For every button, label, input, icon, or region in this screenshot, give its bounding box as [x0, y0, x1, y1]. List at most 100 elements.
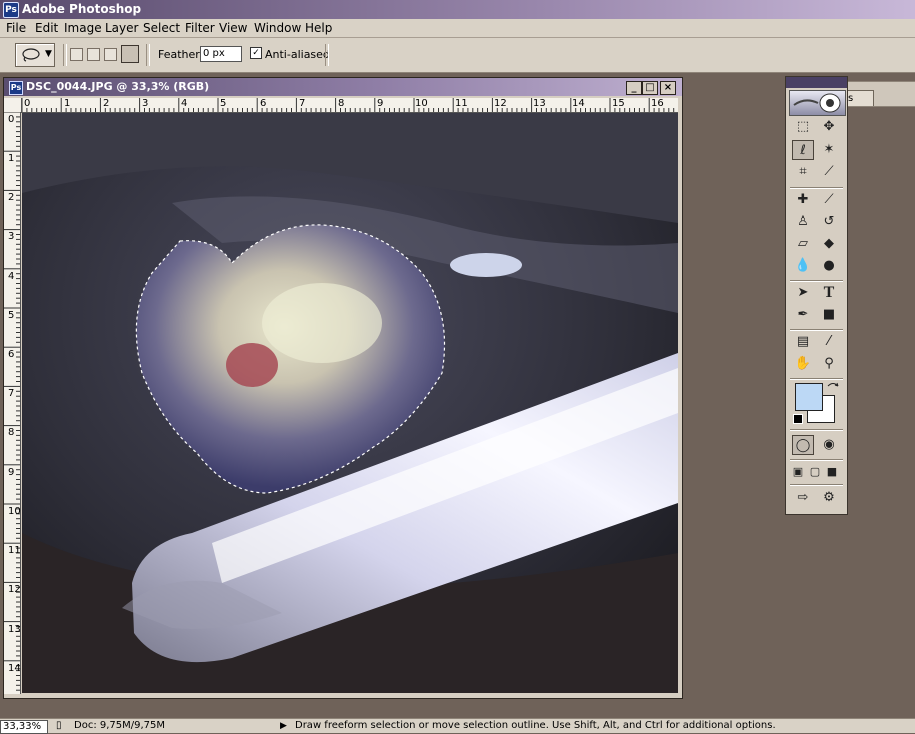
adobe-online-logo[interactable]	[789, 90, 846, 116]
chevron-down-icon[interactable]: ▼	[45, 49, 52, 59]
eraser-tool-icon[interactable]: ▱	[792, 234, 814, 254]
ruler-v-label: 12	[8, 584, 21, 595]
toolbox-divider	[790, 484, 843, 486]
toolbox-divider	[790, 187, 843, 189]
photoshop-app-icon[interactable]: Ps	[3, 2, 19, 18]
menu-help[interactable]: Help	[305, 19, 332, 37]
magic-wand-tool-icon[interactable]: ✶	[818, 140, 840, 160]
ruler-v-label: 13	[8, 624, 21, 635]
lasso-icon	[22, 48, 40, 62]
ruler-v-label: 10	[8, 506, 21, 517]
lasso-tool-icon[interactable]: ℓ	[792, 140, 814, 160]
app-title: Adobe Photoshop	[22, 2, 142, 16]
burn-tool-icon[interactable]: ●	[818, 256, 840, 276]
document-size-info[interactable]: Doc: 9,75M/9,75M	[74, 719, 165, 733]
toolbox-titlebar[interactable]	[786, 77, 847, 88]
standard-mode-icon[interactable]: ◯	[792, 435, 814, 455]
history-brush-tool-icon[interactable]: ↺	[818, 212, 840, 232]
slice-tool-icon[interactable]: ⟋	[818, 162, 840, 182]
status-menu-arrow-icon[interactable]: ▶	[280, 719, 287, 733]
eyedropper-tool-icon[interactable]: ⁄	[818, 332, 840, 352]
ruler-h-label: 12	[494, 98, 507, 109]
hand-tool-icon[interactable]: ✋	[792, 354, 814, 374]
new-selection-button[interactable]	[70, 48, 83, 61]
swap-colors-icon[interactable]	[826, 382, 840, 394]
add-to-selection-button[interactable]	[87, 48, 100, 61]
ruler-v-label: 7	[8, 388, 15, 399]
vertical-ruler[interactable]: 0 1 2 3 4 5 6 7 8 9 10 11 12 13 14	[4, 112, 21, 694]
ruler-h-label: 14	[572, 98, 585, 109]
intersect-selection-button[interactable]	[121, 45, 139, 63]
menu-filter[interactable]: Filter	[185, 19, 215, 37]
ruler-v-label: 4	[8, 271, 15, 282]
ruler-v-label: 8	[8, 427, 15, 438]
status-message: Draw freeform selection or move selectio…	[295, 720, 776, 731]
zoom-tool-icon[interactable]: ⚲	[818, 354, 840, 374]
imageready-icon[interactable]: ⚙	[818, 488, 840, 508]
menu-window[interactable]: Window	[254, 19, 301, 37]
notes-tool-icon[interactable]: ▤	[792, 332, 814, 352]
ruler-h-label: 5	[220, 98, 227, 109]
menu-select[interactable]: Select	[143, 19, 180, 37]
full-screen-mode-icon[interactable]: ■	[824, 462, 840, 482]
type-tool-icon[interactable]: T	[818, 283, 840, 303]
anti-aliased-checkbox[interactable]: ✓	[250, 47, 262, 59]
maximize-button[interactable]: □	[642, 81, 658, 95]
options-divider	[146, 44, 150, 66]
clone-stamp-tool-icon[interactable]: ♙	[792, 212, 814, 232]
blur-tool-icon[interactable]: 💧	[792, 256, 814, 276]
ruler-v-label: 0	[8, 114, 15, 125]
move-tool-icon[interactable]: ✥	[818, 117, 840, 137]
document-info-icon[interactable]: ▯	[56, 719, 62, 733]
menu-view[interactable]: View	[219, 19, 247, 37]
brush-tool-icon[interactable]: ⟋	[818, 190, 840, 210]
ruler-v-label: 9	[8, 467, 15, 478]
tool-preset-picker[interactable]: ▼	[15, 43, 55, 67]
pen-tool-icon[interactable]: ✒	[792, 305, 814, 325]
ruler-v-label: 2	[8, 192, 15, 203]
close-button[interactable]: ×	[660, 81, 676, 95]
app-titlebar: Ps Adobe Photoshop	[0, 0, 915, 19]
toolbox-divider	[790, 329, 843, 331]
foreground-color-swatch[interactable]	[795, 383, 823, 411]
anti-aliased-label: Anti-aliased	[265, 48, 330, 61]
horizontal-ruler[interactable]: 0 1 2 3 4 5 6 7 8 9 10 11 12 13 14 15 16	[22, 98, 678, 113]
marquee-tool-icon[interactable]: ⬚	[792, 117, 814, 137]
document-window: Ps DSC_0044.JPG @ 33,3% (RGB) _ □ × 0 1 …	[3, 77, 683, 699]
healing-brush-tool-icon[interactable]: ✚	[792, 190, 814, 210]
menu-layer[interactable]: Layer	[105, 19, 138, 37]
ruler-h-label: 11	[455, 98, 468, 109]
document-title: DSC_0044.JPG @ 33,3% (RGB)	[26, 80, 210, 93]
menu-file[interactable]: File	[6, 19, 26, 37]
default-colors-icon[interactable]	[793, 414, 803, 424]
feather-input[interactable]: 0 px	[200, 46, 242, 62]
jump-to-imageready-icon[interactable]: ⇨	[792, 488, 814, 508]
standard-screen-mode-icon[interactable]: ▣	[790, 462, 806, 482]
crop-tool-icon[interactable]: ⌗	[792, 162, 814, 182]
toolbox-divider	[790, 459, 843, 461]
ruler-origin[interactable]	[4, 98, 22, 113]
ruler-h-label: 13	[533, 98, 546, 109]
ruler-v-label: 5	[8, 310, 15, 321]
eye-logo-icon	[793, 93, 841, 113]
toolbox-divider	[790, 378, 843, 380]
ruler-v-label: 3	[8, 231, 15, 242]
ruler-v-label: 14	[8, 663, 21, 674]
subtract-from-selection-button[interactable]	[104, 48, 117, 61]
feather-label: Feather:	[158, 48, 204, 61]
full-screen-menu-mode-icon[interactable]: ▢	[807, 462, 823, 482]
minimize-button[interactable]: _	[626, 81, 642, 95]
document-titlebar[interactable]: Ps DSC_0044.JPG @ 33,3% (RGB) _ □ ×	[4, 78, 682, 96]
document-canvas[interactable]	[22, 113, 678, 693]
paint-bucket-tool-icon[interactable]: ◆	[818, 234, 840, 254]
quick-mask-mode-icon[interactable]: ◉	[818, 435, 840, 455]
toolbox-divider	[790, 280, 843, 282]
menu-image[interactable]: Image	[64, 19, 102, 37]
toolbox-palette: ⬚ ✥ ℓ ✶ ⌗ ⟋ ✚ ⟋ ♙ ↺ ▱ ◆ 💧 ● ➤ T ✒ ■ ▤ ⁄ …	[785, 76, 848, 515]
options-bar: ▼ Feather: 0 px ✓ Anti-aliased Brushes	[0, 38, 915, 107]
path-selection-tool-icon[interactable]: ➤	[792, 283, 814, 303]
menu-edit[interactable]: Edit	[35, 19, 58, 37]
ruler-h-label: 3	[142, 98, 149, 109]
rectangle-tool-icon[interactable]: ■	[818, 305, 840, 325]
ruler-h-label: 2	[103, 98, 110, 109]
